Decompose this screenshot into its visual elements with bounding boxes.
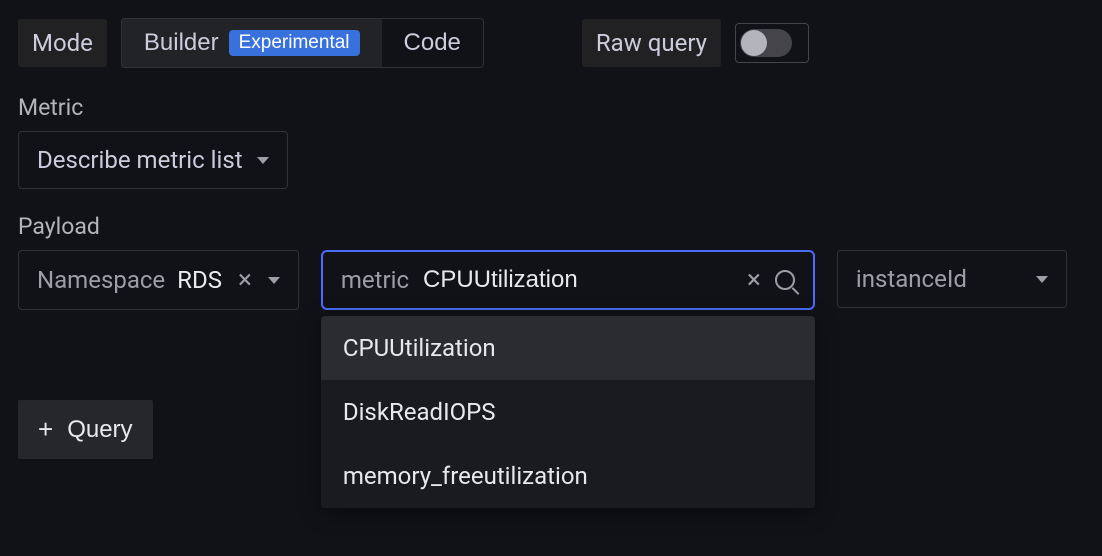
instanceid-key: instanceId [856,265,967,293]
metric-select-value: Describe metric list [37,146,243,174]
namespace-clear-icon[interactable]: × [234,265,256,295]
instanceid-pill[interactable]: instanceId [837,250,1067,308]
dropdown-item[interactable]: DiskReadIOPS [321,380,815,444]
metric-combo-key: metric [341,266,409,294]
plus-icon: + [38,414,53,445]
namespace-pill[interactable]: Namespace RDS × [18,250,299,310]
metric-select[interactable]: Describe metric list [18,131,288,189]
toggle-knob [741,30,767,56]
add-query-button[interactable]: + Query [18,400,153,459]
toggle-track [740,29,792,57]
raw-query-toggle[interactable] [735,23,809,63]
metric-dropdown: CPUUtilization DiskReadIOPS memory_freeu… [321,316,815,508]
payload-section-label: Payload [18,213,1084,240]
add-query-label: Query [67,416,132,444]
metric-combo-input[interactable] [423,266,733,294]
search-icon [775,270,795,290]
tab-builder-label: Builder [144,29,219,57]
dropdown-item[interactable]: memory_freeutilization [321,444,815,508]
metric-combo[interactable]: metric × [321,250,815,310]
namespace-key: Namespace [37,266,165,294]
tab-code[interactable]: Code [382,19,483,67]
raw-query-label: Raw query [582,19,721,67]
chevron-down-icon [257,157,269,164]
experimental-badge: Experimental [229,30,360,56]
chevron-down-icon [268,277,280,284]
metric-section-label: Metric [18,94,1084,121]
metric-clear-icon[interactable]: × [743,265,765,295]
tab-builder[interactable]: Builder Experimental [122,19,382,67]
mode-label: Mode [18,19,107,67]
mode-tabs: Builder Experimental Code [121,18,484,68]
chevron-down-icon [1036,276,1048,283]
dropdown-item[interactable]: CPUUtilization [321,316,815,380]
namespace-value: RDS [177,266,222,294]
